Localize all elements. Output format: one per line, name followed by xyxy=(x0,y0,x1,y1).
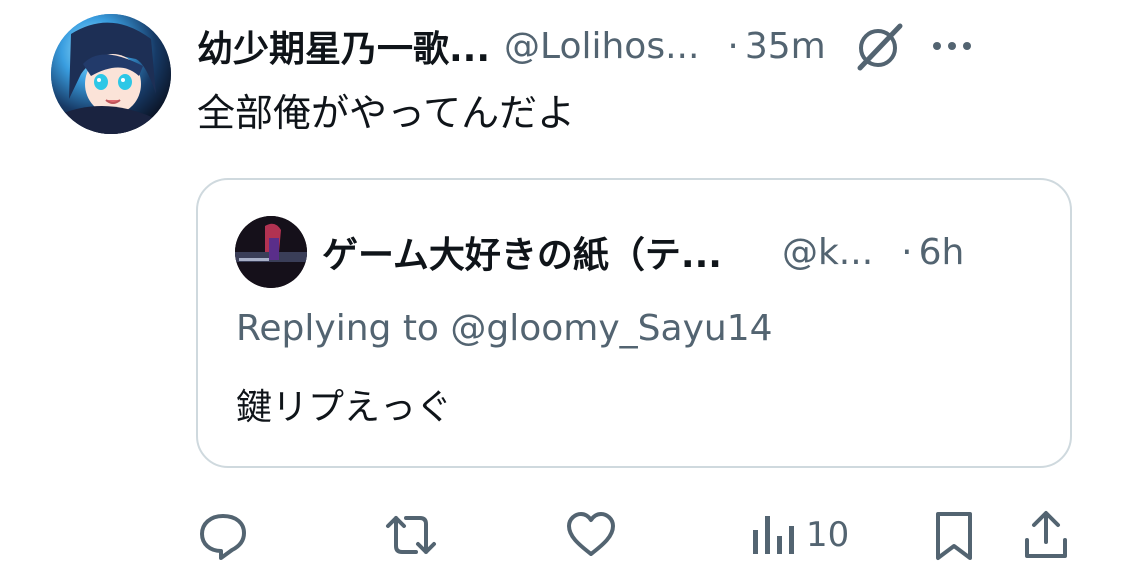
replying-to: Replying to @gloomy_Sayu14 xyxy=(236,308,773,349)
author-name[interactable]: 幼少期星乃一歌... xyxy=(197,20,490,72)
reply-icon xyxy=(200,514,246,560)
quoted-header: ゲーム大好きの紙（テ... @k... · 6h xyxy=(322,226,1032,278)
bookmark-button[interactable] xyxy=(932,505,976,565)
quoted-tweet[interactable]: ゲーム大好きの紙（テ... @k... · 6h Replying to @gl… xyxy=(196,178,1072,468)
quoted-author-avatar[interactable] xyxy=(235,216,307,288)
retweet-button[interactable] xyxy=(384,505,438,565)
quoted-author-handle[interactable]: @k... xyxy=(782,232,873,273)
grok-icon[interactable] xyxy=(852,18,908,74)
author-avatar[interactable] xyxy=(51,14,171,134)
time-separator: · xyxy=(727,25,739,67)
tweet-text: 全部俺がやってんだよ xyxy=(197,91,576,135)
share-button[interactable] xyxy=(1022,505,1070,565)
like-icon xyxy=(567,512,615,556)
like-button[interactable] xyxy=(564,505,618,565)
reply-button[interactable] xyxy=(196,505,250,565)
retweet-icon xyxy=(386,516,436,554)
quoted-time-separator: · xyxy=(901,231,913,273)
quoted-author-name[interactable]: ゲーム大好きの紙（テ... xyxy=(322,226,722,278)
more-icon[interactable] xyxy=(930,24,974,68)
views-icon xyxy=(753,516,794,554)
quoted-text: 鍵リプえっぐ xyxy=(236,387,453,428)
views-button[interactable]: 10 xyxy=(750,505,849,565)
share-icon xyxy=(1025,511,1067,558)
tweet-header: 幼少期星乃一歌... @Lolihos... · 35m xyxy=(197,18,1085,74)
tweet-time[interactable]: 35m xyxy=(745,26,826,67)
author-handle[interactable]: @Lolihos... xyxy=(504,26,699,67)
action-bar: 10 xyxy=(196,505,1076,565)
quoted-time[interactable]: 6h xyxy=(919,232,965,273)
bookmark-icon xyxy=(936,512,972,560)
views-count: 10 xyxy=(806,515,850,555)
